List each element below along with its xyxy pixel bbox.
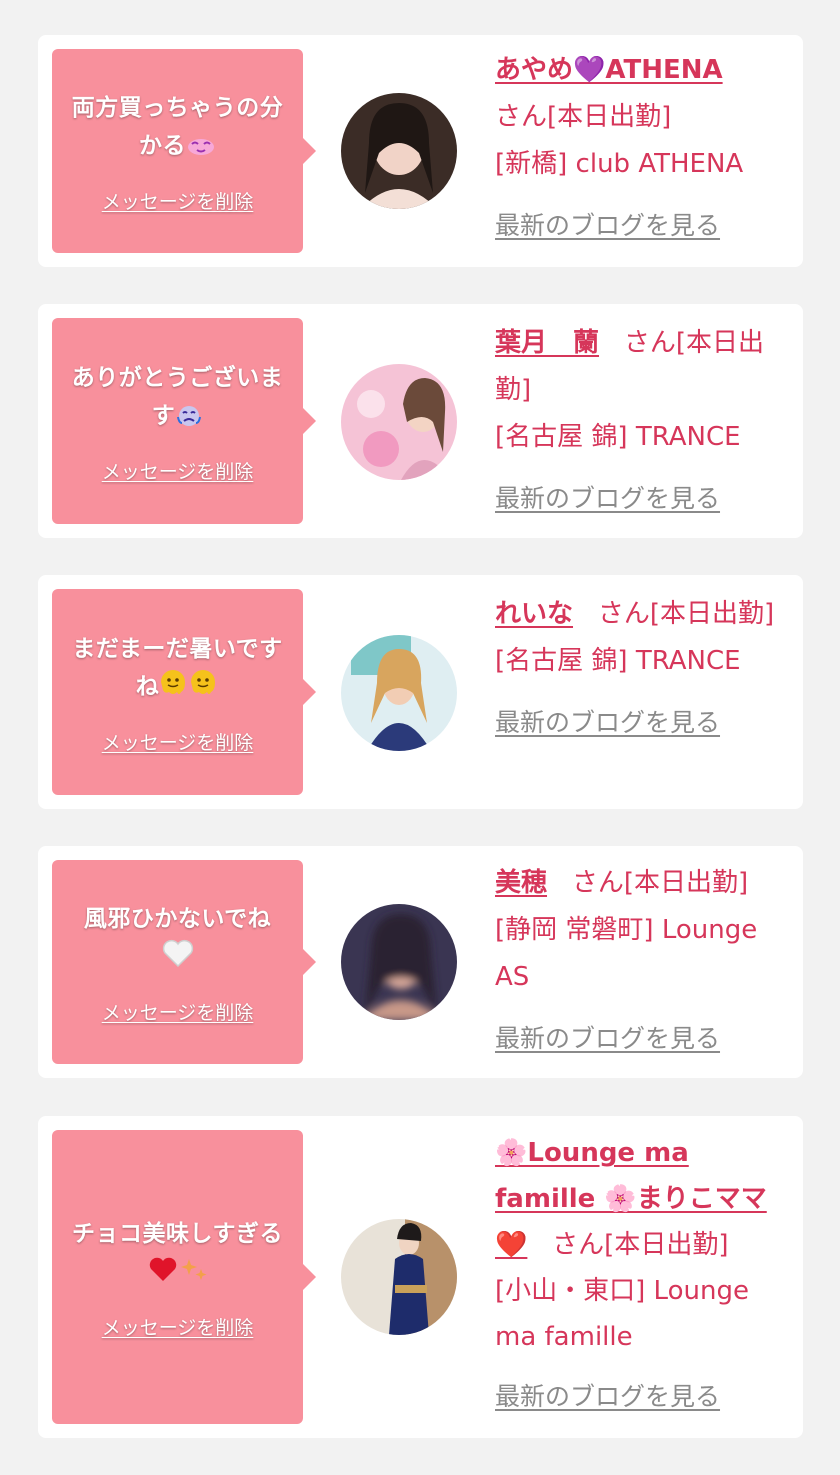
cast-name-link[interactable]: 美穂	[495, 868, 547, 898]
latest-blog-link[interactable]: 最新のブログを見る	[495, 475, 720, 522]
latest-blog-link[interactable]: 最新のブログを見る	[495, 202, 720, 249]
message-card: 両方買っちゃうの分かる メッセージを削除 あやめ💜ATHENA さん[本日出勤]…	[38, 35, 803, 267]
avatar[interactable]	[341, 635, 457, 751]
red-heart-icon	[147, 1255, 179, 1295]
cast-info: あやめ💜ATHENA さん[本日出勤] [新橋] club ATHENA 最新の…	[495, 47, 791, 250]
message-text: まだまーだ暑いですね	[66, 630, 289, 710]
delete-message-link[interactable]: メッセージを削除	[102, 457, 254, 484]
melting-face-icon	[159, 668, 219, 710]
delete-message-link[interactable]: メッセージを削除	[102, 998, 254, 1025]
delete-message-link[interactable]: メッセージを削除	[102, 1313, 254, 1340]
cast-info: 美穂 さん[本日出勤] [静岡 常磐町] Lounge AS 最新のブログを見る	[495, 860, 791, 1063]
message-bubble: ありがとうございます メッセージを削除	[52, 318, 316, 524]
latest-blog-link[interactable]: 最新のブログを見る	[495, 699, 720, 746]
avatar[interactable]	[341, 364, 457, 480]
latest-blog-link[interactable]: 最新のブログを見る	[495, 1015, 720, 1062]
cast-name-link[interactable]: れいな	[495, 599, 573, 629]
cast-status: さん[本日出勤]	[495, 102, 672, 132]
message-bubble: まだまーだ暑いですね メッセージを削除	[52, 589, 316, 795]
message-bubble: 風邪ひかないでね メッセージを削除	[52, 860, 316, 1064]
cast-info: れいな さん[本日出勤] [名古屋 錦] TRANCE 最新のブログを見る	[495, 591, 791, 747]
delete-message-link[interactable]: メッセージを削除	[102, 728, 254, 755]
message-bubble: 両方買っちゃうの分かる メッセージを削除	[52, 49, 316, 253]
white-heart-icon	[161, 938, 195, 980]
message-card: まだまーだ暑いですね メッセージを削除 れいな さん[本日出勤] [名古屋 錦]…	[38, 575, 803, 809]
cast-info: 葉月 蘭 さん[本日出勤] [名古屋 錦] TRANCE 最新のブログを見る	[495, 320, 791, 523]
cast-info: 🌸Lounge ma famille 🌸まりこママ❤️ さん[本日出勤] [小山…	[495, 1130, 791, 1420]
cast-location: [小山・東口] Lounge ma famille	[495, 1276, 749, 1352]
delete-message-link[interactable]: メッセージを削除	[102, 187, 254, 214]
message-text: 両方買っちゃうの分かる	[66, 89, 289, 169]
cast-status: さん[本日出勤]	[571, 868, 749, 898]
cast-location: [新橋] club ATHENA	[495, 149, 744, 179]
message-text: 風邪ひかないでね	[84, 900, 271, 980]
message-list: 両方買っちゃうの分かる メッセージを削除 あやめ💜ATHENA さん[本日出勤]…	[0, 0, 840, 1475]
crying-face-icon	[175, 401, 203, 439]
cast-status: さん[本日出勤]	[552, 1230, 729, 1260]
message-card: ありがとうございます メッセージを削除 葉月 蘭 さん[本日出勤] [名古屋 錦…	[38, 304, 803, 538]
avatar[interactable]	[341, 1219, 457, 1335]
cast-location: [名古屋 錦] TRANCE	[495, 422, 741, 452]
latest-blog-link[interactable]: 最新のブログを見る	[495, 1374, 720, 1420]
cast-name-link[interactable]: あやめ💜ATHENA	[495, 55, 723, 85]
cast-location: [名古屋 錦] TRANCE	[495, 646, 741, 676]
message-card: チョコ美味しすぎる メッセージを削除 🌸Lounge ma famille 🌸ま…	[38, 1116, 803, 1438]
cast-name-link[interactable]: 葉月 蘭	[495, 328, 599, 358]
cast-status: さん[本日出勤]	[597, 599, 775, 629]
avatar[interactable]	[341, 93, 457, 209]
message-text: ありがとうございます	[66, 359, 289, 439]
kiss-face-icon	[186, 131, 216, 169]
avatar[interactable]	[341, 904, 457, 1020]
message-bubble: チョコ美味しすぎる メッセージを削除	[52, 1130, 316, 1424]
message-card: 風邪ひかないでね メッセージを削除 美穂 さん[本日出勤] [静岡 常磐町] L…	[38, 846, 803, 1078]
sparkles-icon	[179, 1255, 209, 1295]
cast-location: [静岡 常磐町] Lounge AS	[495, 915, 758, 992]
message-text: チョコ美味しすぎる	[66, 1215, 289, 1295]
